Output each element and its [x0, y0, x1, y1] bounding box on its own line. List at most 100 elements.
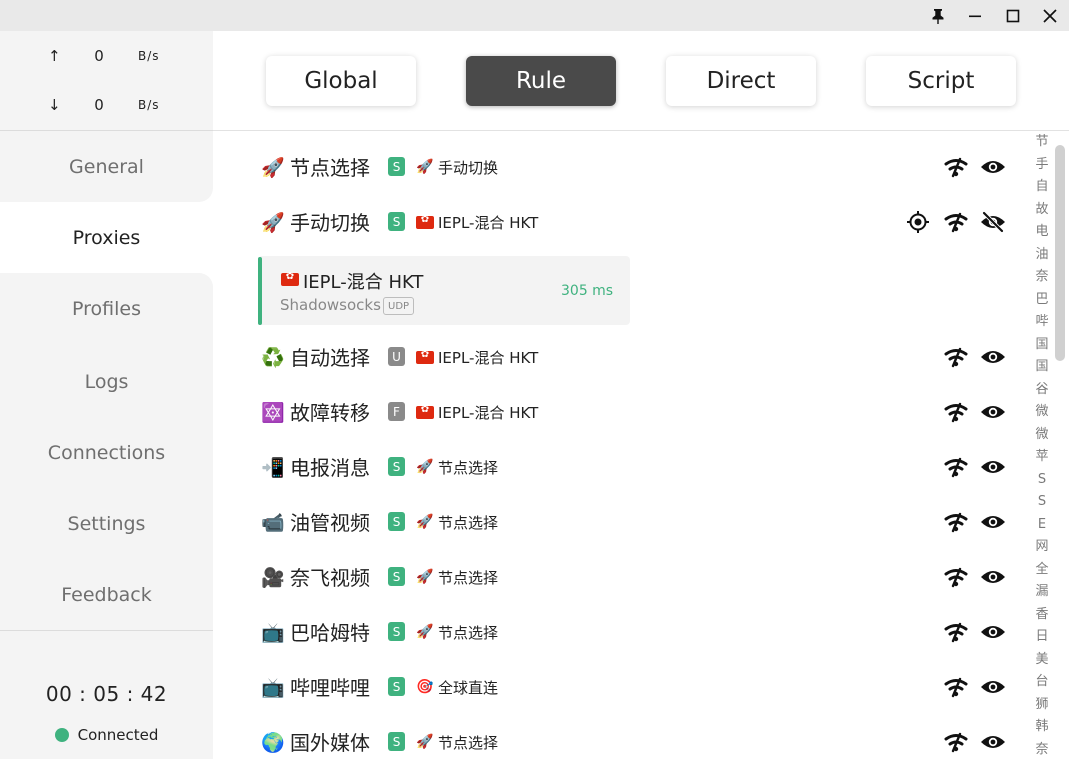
index-letter[interactable]: 哔 [1031, 311, 1053, 334]
minimize-icon[interactable] [956, 0, 993, 31]
index-letter[interactable]: S [1031, 469, 1053, 492]
index-letter[interactable]: 油 [1031, 244, 1053, 267]
selected-emoji-icon: 🎯 [416, 679, 434, 695]
maximize-icon[interactable] [994, 0, 1031, 31]
proxy-group-row[interactable]: 📹 油管视频 S 🚀 节点选择 [213, 496, 1031, 551]
speed-test-icon[interactable] [943, 344, 969, 370]
index-letter[interactable]: 自 [1031, 176, 1053, 199]
eye-icon[interactable] [980, 619, 1006, 645]
group-name: 奈飞视频 [290, 566, 370, 590]
node-latency[interactable]: 305 ms [561, 283, 613, 299]
sidebar: ↑ 0 B/s ↓ 0 B/s General Proxies Profiles… [0, 31, 213, 759]
index-letter[interactable]: 手 [1031, 154, 1053, 177]
selected-emoji-icon: 🚀 [416, 459, 434, 475]
group-emoji-icon: 🚀 [261, 211, 285, 234]
proxy-group-row[interactable]: ♻️自动选择 U IEPL-混合 HKT [213, 331, 1031, 386]
index-letter[interactable]: 奈 [1031, 739, 1053, 759]
proxy-group-row[interactable]: 📺 哔哩哔哩 S 🎯 全球直连 [213, 661, 1031, 716]
index-letter[interactable]: 奈 [1031, 266, 1053, 289]
proxy-group-row[interactable]: 📲 电报消息 S 🚀 节点选择 [213, 441, 1031, 496]
index-letter[interactable]: 国 [1031, 356, 1053, 379]
selected-emoji-icon: 🚀 [416, 734, 434, 750]
index-letter[interactable]: 香 [1031, 604, 1053, 627]
speed-test-icon[interactable] [943, 674, 969, 700]
traffic-panel: ↑ 0 B/s ↓ 0 B/s [0, 31, 213, 131]
eye-icon[interactable] [980, 509, 1006, 535]
index-letter[interactable]: 节 [1031, 131, 1053, 154]
index-letter[interactable]: 韩 [1031, 716, 1053, 739]
index-letter[interactable]: S [1031, 491, 1053, 514]
speed-test-icon[interactable] [943, 399, 969, 425]
mode-script-button[interactable]: Script [866, 56, 1016, 106]
sidebar-item-settings[interactable]: Settings [0, 488, 213, 559]
group-name: 巴哈姆特 [290, 621, 370, 645]
scrollbar[interactable] [1055, 145, 1065, 361]
eye-icon[interactable] [980, 344, 1006, 370]
group-type-badge: S [388, 457, 405, 476]
eye-icon[interactable] [980, 154, 1006, 180]
proxy-group-row[interactable]: 🔯故障转移 F IEPL-混合 HKT [213, 386, 1031, 441]
proxy-group-row[interactable]: 🌍 国外媒体 S 🚀 节点选择 [213, 716, 1031, 759]
index-letter[interactable]: 国 [1031, 334, 1053, 357]
sidebar-item-connections[interactable]: Connections [0, 417, 213, 488]
group-type-badge: S [388, 157, 405, 176]
index-letter[interactable]: 巴 [1031, 289, 1053, 312]
group-selected-proxy: 节点选择 [438, 459, 499, 477]
sidebar-item-proxies[interactable]: Proxies [0, 202, 213, 273]
mode-direct-button[interactable]: Direct [666, 56, 816, 106]
speed-test-icon[interactable] [943, 154, 969, 180]
speed-test-icon[interactable] [943, 619, 969, 645]
eye-icon[interactable] [980, 729, 1006, 755]
speed-test-icon[interactable] [943, 454, 969, 480]
index-letter[interactable]: 故 [1031, 199, 1053, 222]
sidebar-item-feedback[interactable]: Feedback [0, 559, 213, 630]
group-emoji-icon: 🎥 [261, 566, 285, 589]
eye-icon[interactable] [980, 454, 1006, 480]
group-emoji-icon: 🚀 [261, 156, 285, 179]
sidebar-item-general[interactable]: General [0, 131, 213, 202]
sidebar-item-logs[interactable]: Logs [0, 346, 213, 417]
index-letter[interactable]: 微 [1031, 401, 1053, 424]
speed-test-icon[interactable] [943, 564, 969, 590]
flag-shape [416, 214, 434, 229]
index-letter[interactable]: 漏 [1031, 581, 1053, 604]
index-letter[interactable]: 狮 [1031, 694, 1053, 717]
eye-off-icon[interactable] [980, 209, 1006, 235]
eye-icon[interactable] [980, 564, 1006, 590]
proxy-group-row[interactable]: 🚀 节点选择 S 🚀 手动切换 [213, 141, 1031, 196]
proxy-group-list: 🚀节点选择S🚀手动切换🚀手动切换SIEPL-混合 HKT♻️自动选择UIEPL-… [213, 131, 1031, 759]
group-type-badge: S [388, 567, 405, 586]
index-letter[interactable]: 电 [1031, 221, 1053, 244]
index-letter[interactable]: 日 [1031, 626, 1053, 649]
eye-icon[interactable] [980, 674, 1006, 700]
group-type-badge: U [388, 347, 405, 366]
node-protocol: Shadowsocks [280, 296, 381, 314]
group-selected-proxy: IEPL-混合 HKT [438, 349, 539, 367]
mode-rule-button[interactable]: Rule [466, 56, 616, 106]
eye-icon[interactable] [980, 399, 1006, 425]
group-name: 节点选择 [290, 156, 370, 180]
index-letter[interactable]: 苹 [1031, 446, 1053, 469]
group-type-badge: S [388, 677, 405, 696]
index-letter[interactable]: 谷 [1031, 379, 1053, 402]
speed-test-icon[interactable] [943, 209, 969, 235]
group-selected-proxy: IEPL-混合 HKT [438, 214, 539, 232]
speed-test-icon[interactable] [943, 729, 969, 755]
pin-icon[interactable] [919, 0, 956, 31]
speed-test-icon[interactable] [943, 509, 969, 535]
group-emoji-icon: 📲 [261, 456, 285, 479]
index-letter[interactable]: 网 [1031, 536, 1053, 559]
close-icon[interactable] [1031, 0, 1068, 31]
index-letter[interactable]: 全 [1031, 559, 1053, 582]
sidebar-item-profiles[interactable]: Profiles [0, 273, 213, 344]
mode-global-button[interactable]: Global [266, 56, 416, 106]
proxy-group-row[interactable]: 📺 巴哈姆特 S 🚀 节点选择 [213, 606, 1031, 661]
index-letter[interactable]: E [1031, 514, 1053, 537]
proxy-group-row[interactable]: 🎥 奈飞视频 S 🚀 节点选择 [213, 551, 1031, 606]
proxy-group-row[interactable]: 🚀手动切换 S IEPL-混合 HKT [213, 196, 1031, 251]
group-emoji-icon: 📹 [261, 511, 285, 534]
index-letter[interactable]: 台 [1031, 671, 1053, 694]
locate-icon[interactable] [905, 209, 931, 235]
index-letter[interactable]: 微 [1031, 424, 1053, 447]
index-letter[interactable]: 美 [1031, 649, 1053, 672]
